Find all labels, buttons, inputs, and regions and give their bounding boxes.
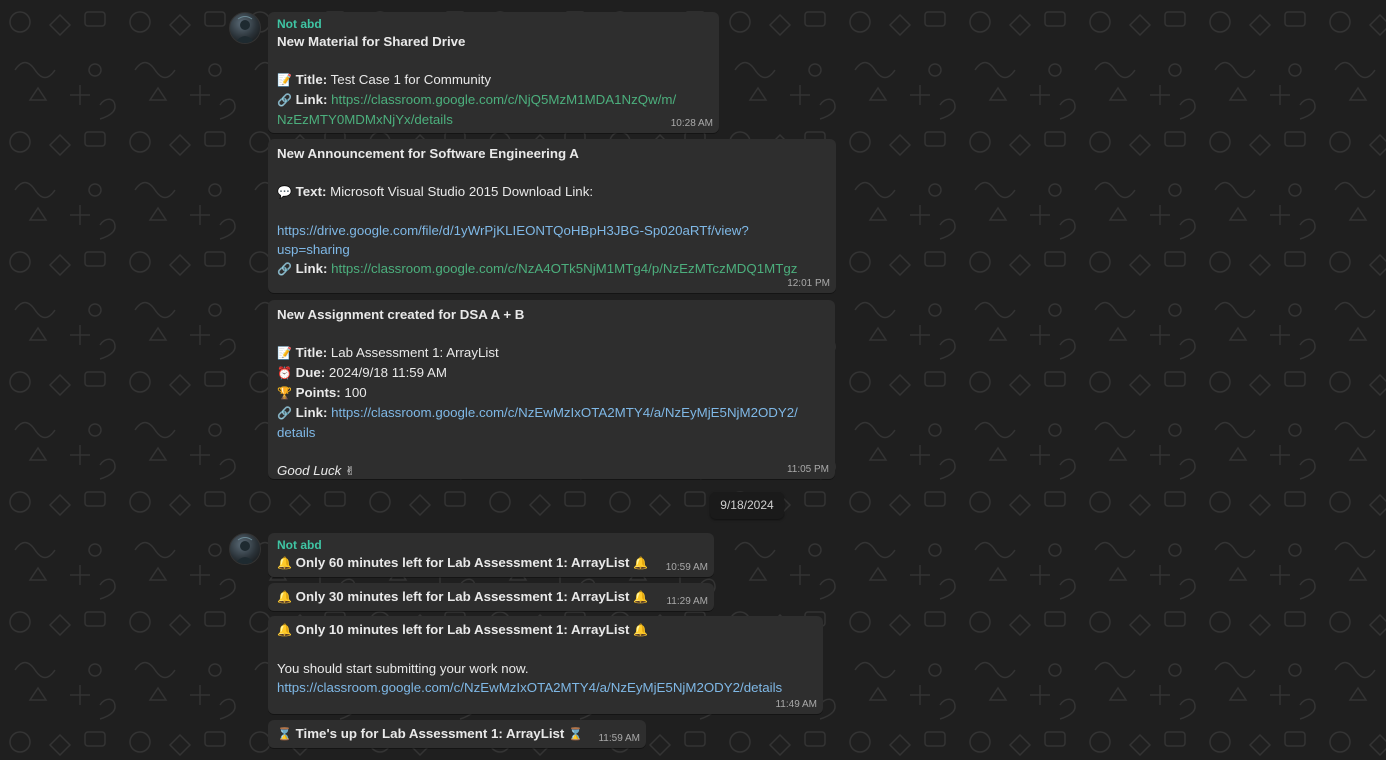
- message-line: 🔔 Only 30 minutes left for Lab Assessmen…: [277, 587, 705, 607]
- classroom-link-continued[interactable]: details: [277, 423, 826, 442]
- message-line: ⌛ Time's up for Lab Assessment 1: ArrayL…: [277, 724, 637, 744]
- message-line: 🔗 Link: https://classroom.google.com/c/N…: [277, 403, 826, 423]
- memo-icon: 📝: [277, 346, 292, 360]
- field-label: Title:: [295, 72, 328, 87]
- message-timestamp: 12:01 PM: [787, 278, 830, 289]
- message-line: 🔔 Only 10 minutes left for Lab Assessmen…: [277, 620, 814, 640]
- message-line: 📝 Title: Test Case 1 for Community: [277, 70, 710, 90]
- reminder-text: Time's up for Lab Assessment 1: ArrayLis…: [295, 726, 565, 741]
- classroom-link[interactable]: https://classroom.google.com/c/NzEwMzIxO…: [331, 405, 798, 420]
- message-line: 🔗 Link: https://classroom.google.com/c/N…: [277, 90, 710, 110]
- message-timestamp: 10:59 AM: [665, 562, 708, 573]
- message-heading: New Announcement for Software Engineerin…: [277, 146, 579, 161]
- field-label: Points:: [295, 385, 341, 400]
- bell-icon: 🔔: [277, 623, 292, 637]
- drive-link-continued[interactable]: usp=sharing: [277, 240, 827, 259]
- sender-name[interactable]: Not abd: [277, 538, 705, 552]
- link-icon: 🔗: [277, 406, 292, 420]
- message-line: 🔗 Link: https://classroom.google.com/c/N…: [277, 259, 827, 279]
- link-icon: 🔗: [277, 93, 292, 107]
- bell-icon: 🔔: [633, 623, 649, 637]
- field-value: Test Case 1 for Community: [330, 72, 492, 87]
- hourglass-icon: ⌛: [568, 727, 584, 741]
- message-line: 🏆 Points: 100: [277, 383, 826, 403]
- bell-icon: 🔔: [633, 556, 649, 570]
- message-bubble[interactable]: 🔔 Only 10 minutes left for Lab Assessmen…: [268, 616, 823, 714]
- message-timestamp: 11:29 AM: [666, 596, 708, 607]
- field-label: Link:: [295, 261, 328, 276]
- message-bubble[interactable]: ⌛ Time's up for Lab Assessment 1: ArrayL…: [268, 720, 646, 748]
- classroom-link[interactable]: https://classroom.google.com/c/NzA4OTk5N…: [331, 261, 797, 276]
- classroom-link[interactable]: https://classroom.google.com/c/NzEwMzIxO…: [277, 678, 814, 697]
- drive-link[interactable]: https://drive.google.com/file/d/1yWrPjKL…: [277, 221, 827, 240]
- field-value: Lab Assessment 1: ArrayList: [330, 345, 499, 360]
- hourglass-icon: ⌛: [277, 727, 292, 741]
- message-heading: New Material for Shared Drive: [277, 34, 466, 49]
- message-timestamp: 10:28 AM: [670, 118, 713, 129]
- classroom-link-continued[interactable]: NzEzMTY0MDMxNjYx/details: [277, 110, 710, 129]
- message-timestamp: 11:59 AM: [598, 733, 640, 744]
- victory-hand-icon: ✌: [345, 464, 356, 478]
- message-line: 📝 Title: Lab Assessment 1: ArrayList: [277, 343, 826, 363]
- message-bubble[interactable]: Not abd New Material for Shared Drive 📝 …: [268, 12, 719, 133]
- message-line: Good Luck ✌: [277, 461, 826, 481]
- date-separator: 9/18/2024: [710, 492, 784, 519]
- message-bubble[interactable]: New Assignment created for DSA A + B 📝 T…: [268, 300, 835, 479]
- field-value: Microsoft Visual Studio 2015 Download Li…: [330, 184, 594, 199]
- memo-icon: 📝: [277, 73, 292, 87]
- field-label: Due:: [295, 365, 326, 380]
- message-timestamp: 11:49 AM: [775, 699, 817, 710]
- sender-name[interactable]: Not abd: [277, 17, 710, 31]
- field-label: Link:: [295, 92, 328, 107]
- reminder-text: Only 60 minutes left for Lab Assessment …: [295, 555, 630, 570]
- message-bubble[interactable]: Not abd 🔔 Only 60 minutes left for Lab A…: [268, 533, 714, 577]
- avatar[interactable]: [229, 12, 261, 44]
- alarm-clock-icon: ⏰: [277, 366, 292, 380]
- speech-bubble-icon: 💬: [277, 185, 292, 199]
- bell-icon: 🔔: [277, 590, 292, 604]
- field-label: Link:: [295, 405, 328, 420]
- field-value: 2024/9/18 11:59 AM: [328, 365, 447, 380]
- bell-icon: 🔔: [277, 556, 292, 570]
- bell-icon: 🔔: [633, 590, 649, 604]
- reminder-text: Only 10 minutes left for Lab Assessment …: [295, 622, 630, 637]
- trophy-icon: 🏆: [277, 386, 292, 400]
- field-value: 100: [344, 385, 367, 400]
- avatar[interactable]: [229, 533, 261, 565]
- classroom-link[interactable]: https://classroom.google.com/c/NjQ5MzM1M…: [331, 92, 676, 107]
- field-label: Title:: [295, 345, 328, 360]
- message-bubble[interactable]: 🔔 Only 30 minutes left for Lab Assessmen…: [268, 583, 714, 611]
- closing-text: Good Luck: [277, 463, 342, 478]
- message-heading: New Assignment created for DSA A + B: [277, 307, 525, 322]
- message-body: You should start submitting your work no…: [277, 661, 529, 676]
- message-line: ⏰ Due: 2024/9/18 11:59 AM: [277, 363, 826, 383]
- chat-panel[interactable]: Not abd New Material for Shared Drive 📝 …: [0, 0, 1386, 760]
- message-line: 🔔 Only 60 minutes left for Lab Assessmen…: [277, 553, 705, 573]
- message-line: 💬 Text: Microsoft Visual Studio 2015 Dow…: [277, 182, 827, 202]
- message-timestamp: 11:05 PM: [786, 464, 829, 475]
- message-bubble[interactable]: New Announcement for Software Engineerin…: [268, 139, 836, 293]
- link-icon: 🔗: [277, 262, 292, 276]
- reminder-text: Only 30 minutes left for Lab Assessment …: [295, 589, 630, 604]
- field-label: Text:: [295, 184, 327, 199]
